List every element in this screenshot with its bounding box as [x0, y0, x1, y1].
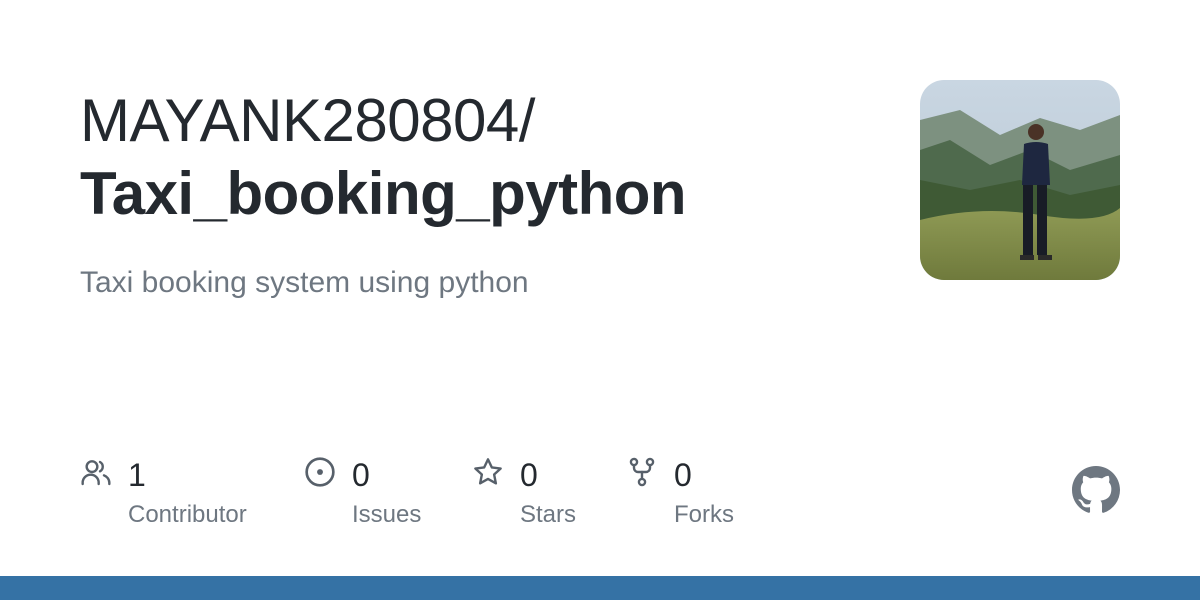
repo-description: Taxi booking system using python: [80, 266, 529, 299]
forks-label: Forks: [674, 501, 734, 528]
repo-social-card: MAYANK280804/ Taxi_booking_python Taxi b…: [0, 0, 1200, 600]
issues-label: Issues: [352, 501, 422, 528]
contributors-label: Contributor: [128, 501, 247, 528]
people-icon: [81, 460, 111, 486]
issues-count: 0: [352, 457, 370, 493]
contributors-count: 1: [128, 457, 146, 493]
repo-owner: MAYANK280804/: [80, 87, 535, 154]
star-icon: [474, 458, 502, 485]
stars-label: Stars: [520, 501, 577, 528]
repo-name: Taxi_booking_python: [80, 160, 687, 227]
owner-avatar-photo: [920, 80, 1120, 280]
owner-avatar: [920, 80, 1120, 280]
issue-opened-icon: [305, 457, 335, 487]
stars-count: 0: [520, 457, 538, 493]
language-color-bar: [0, 576, 1200, 600]
repo-forked-icon: [629, 457, 655, 487]
forks-count: 0: [674, 457, 692, 493]
github-mark-icon: [1072, 466, 1120, 513]
